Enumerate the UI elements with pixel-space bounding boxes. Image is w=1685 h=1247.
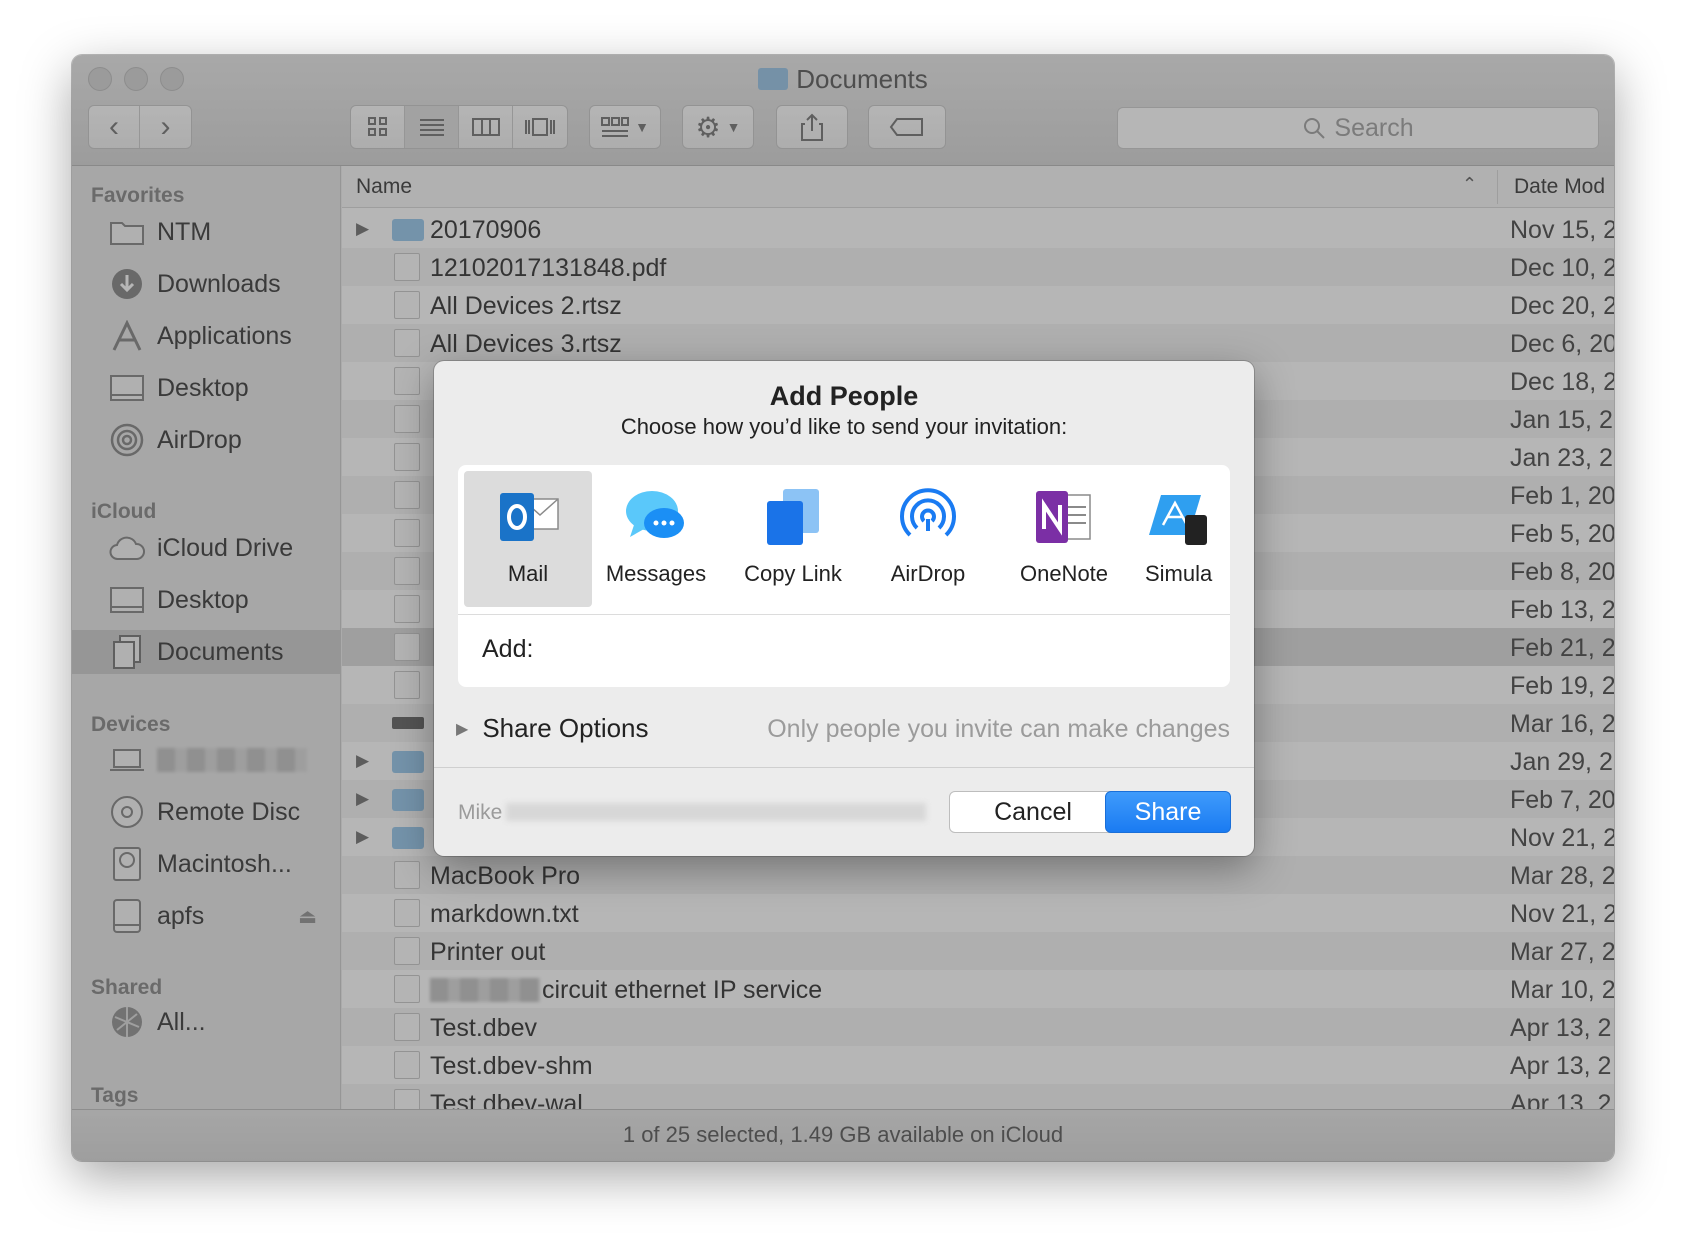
cancel-button[interactable]: Cancel <box>949 791 1117 833</box>
service-airdrop[interactable]: AirDrop <box>864 471 992 607</box>
dialog-divider <box>434 767 1254 768</box>
messages-icon <box>624 485 688 549</box>
service-copy-link[interactable]: Copy Link <box>729 471 857 607</box>
panel-divider <box>458 614 1230 615</box>
service-onenote[interactable]: OneNote <box>1000 471 1128 607</box>
service-simulator[interactable]: Simula <box>1133 471 1230 607</box>
service-messages[interactable]: Messages <box>592 471 720 607</box>
onenote-icon <box>1032 485 1096 549</box>
share-button[interactable]: Share <box>1105 791 1231 833</box>
copy-link-icon <box>761 485 825 549</box>
simulator-icon <box>1143 485 1207 549</box>
disclosure-triangle-icon: ▶ <box>456 720 469 738</box>
outlook-mail-icon <box>496 485 560 549</box>
add-people-dialog: Add People Choose how you’d like to send… <box>434 361 1254 856</box>
share-options-summary: Only people you invite can make changes <box>767 715 1230 743</box>
share-options-toggle[interactable]: ▶ Share Options <box>456 713 649 744</box>
service-mail[interactable]: Mail <box>464 471 592 607</box>
add-people-input[interactable] <box>543 629 1203 669</box>
redacted-account-text <box>506 803 927 821</box>
add-label: Add: <box>482 635 534 663</box>
dialog-subtitle: Choose how you’d like to send your invit… <box>620 414 1068 439</box>
airdrop-icon <box>896 485 960 549</box>
owner-account: Mike <box>458 801 927 825</box>
dialog-title: Add People <box>769 381 919 411</box>
invite-panel: Mail Messages Copy Link AirDrop OneNote <box>458 465 1230 687</box>
